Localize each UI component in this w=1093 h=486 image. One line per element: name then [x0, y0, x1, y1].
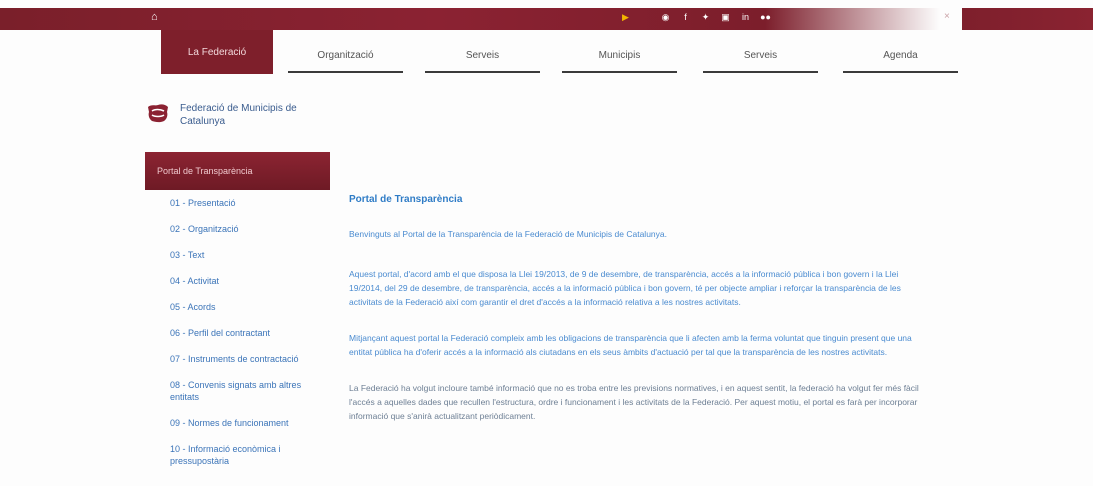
flickr-icon[interactable]: ●●	[760, 12, 771, 23]
youtube-icon[interactable]: ▣	[720, 12, 731, 23]
fmc-logo-icon	[148, 104, 168, 123]
intro-link[interactable]: Benvinguts al Portal de la Transparència…	[349, 227, 924, 241]
facebook-icon[interactable]: f	[680, 12, 691, 23]
nav-item-municipis[interactable]: Municipis	[562, 48, 677, 73]
twitter-icon[interactable]: ✦	[700, 12, 711, 23]
sidebar-item-acords[interactable]: 05 - Acords	[170, 301, 330, 313]
main-navigation: La Federació Organització Serveis Munici…	[0, 30, 1093, 75]
nav-item-organitzacio[interactable]: Organització	[288, 48, 403, 73]
nav-item-agenda[interactable]: Agenda	[843, 48, 958, 73]
brand-name: Federació de Municipis de Catalunya	[180, 103, 297, 127]
sidebar-item-convenis[interactable]: 08 - Convenis signats amb altres entitat…	[170, 379, 330, 403]
close-icon[interactable]: ×	[944, 11, 950, 22]
sidebar-item-informacio-economica[interactable]: 10 - Informació econòmica i pressupostàr…	[170, 443, 330, 467]
top-utility-bar: ⌂ ▶ ◉ f ✦ ▣ in ●● ×	[0, 8, 1093, 30]
sidebar-header[interactable]: Portal de Transparència	[145, 152, 330, 190]
paragraph-1: Aquest portal, d'acord amb el que dispos…	[349, 269, 901, 307]
paragraph-2: Mitjançant aquest portal la Federació co…	[349, 333, 912, 357]
linkedin-icon[interactable]: in	[740, 12, 751, 23]
google-play-icon[interactable]: ▶	[620, 12, 631, 23]
apple-icon[interactable]	[640, 12, 651, 23]
nav-item-serveis-2[interactable]: Serveis	[703, 48, 818, 73]
sidebar-item-organitzacio[interactable]: 02 - Organització	[170, 223, 330, 235]
sidebar-item-presentacio[interactable]: 01 - Presentació	[170, 197, 330, 209]
sidebar-item-text[interactable]: 03 - Text	[170, 249, 330, 261]
rss-icon[interactable]: ◉	[660, 12, 671, 23]
nav-item-serveis[interactable]: Serveis	[425, 48, 540, 73]
paragraph-3: La Federació ha volgut incloure també in…	[349, 383, 919, 421]
social-links: ▶ ◉ f ✦ ▣ in ●●	[620, 12, 771, 23]
sidebar-item-instruments[interactable]: 07 - Instruments de contractació	[170, 353, 330, 365]
nav-item-la-federacio[interactable]: La Federació	[161, 30, 273, 74]
brand[interactable]: Federació de Municipis de Catalunya	[145, 100, 300, 128]
sidebar-item-activitat[interactable]: 04 - Activitat	[170, 275, 330, 287]
sidebar-item-normes[interactable]: 09 - Normes de funcionament	[170, 417, 330, 429]
sidebar-item-perfil-contractant[interactable]: 06 - Perfil del contractant	[170, 327, 330, 339]
main-content: Portal de Transparència Benvinguts al Po…	[349, 194, 924, 445]
sidebar-menu: 01 - Presentació 02 - Organització 03 - …	[170, 197, 330, 481]
home-icon[interactable]: ⌂	[151, 11, 158, 23]
page-title: Portal de Transparència	[349, 194, 463, 205]
